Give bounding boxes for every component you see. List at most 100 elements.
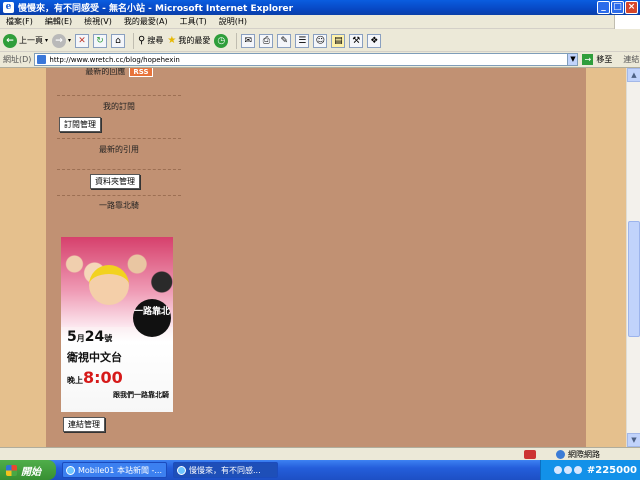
start-label: 開始	[21, 466, 41, 478]
search-button[interactable]: ⚲ 搜尋	[138, 35, 163, 46]
home-button[interactable]: ⌂	[111, 33, 126, 48]
refresh-button[interactable]: ↻	[93, 33, 108, 48]
back-button[interactable]: ← 上一頁 ▾	[3, 33, 48, 48]
task-label: Mobile01 本站新聞 -...	[78, 465, 163, 475]
link-manage-button[interactable]: 連結管理	[63, 417, 105, 432]
scroll-up-button[interactable]: ▲	[627, 68, 640, 82]
discuss-icon: ☰	[295, 33, 310, 48]
search-label: 搜尋	[147, 36, 164, 45]
history-icon: ◷	[214, 33, 229, 48]
mail-icon: ✉	[241, 33, 256, 48]
address-input[interactable]: http://www.wretch.cc/blog/hopehexin	[34, 53, 569, 66]
taskbar-item-blog[interactable]: 慢慢來，有不同感...	[173, 462, 278, 478]
discuss-button[interactable]: ☰	[295, 33, 310, 48]
forward-arrow-icon: →	[52, 33, 67, 48]
edit-icon: ✎	[277, 33, 292, 48]
rss-badge[interactable]: RSS	[129, 68, 153, 77]
menu-tools[interactable]: 工具(T)	[174, 16, 213, 27]
messenger-icon: ☺	[313, 33, 328, 48]
window-title: 慢慢來，有不同感受 - 無名小站 - Microsoft Internet Ex…	[18, 4, 294, 14]
ie-icon	[66, 465, 75, 475]
security-zone: 網際網路	[556, 449, 640, 460]
page-icon	[37, 55, 47, 64]
print-button[interactable]: ⎙	[259, 33, 274, 48]
favorites-label: 我的最愛	[178, 36, 211, 45]
poster-month: 5	[67, 329, 77, 345]
latest-trackbacks-title: 最新的引用	[99, 145, 139, 154]
poster-rider-face	[89, 265, 129, 305]
research-button[interactable]: ❖	[367, 33, 382, 48]
history-button[interactable]: ◷	[214, 33, 229, 48]
scroll-down-button[interactable]: ▼	[627, 433, 640, 447]
section-divider	[57, 195, 181, 196]
stop-button[interactable]: ✕	[75, 33, 90, 48]
tools-button[interactable]: ⚒	[349, 33, 364, 48]
tv-promo-poster[interactable]: 一路靠北 5月24號 衛視中文台 晚上8:00 跟我們一路靠北騎	[61, 237, 173, 412]
blog-sidebar: 最新的回應 RSS 我的訂閱 訂閱管理 最新的引用 資料夾管理 一路靠北騎	[57, 68, 181, 213]
address-url: http://www.wretch.cc/blog/hopehexin	[49, 55, 180, 64]
notes-button[interactable]: ▤	[331, 33, 346, 48]
globe-icon	[556, 449, 565, 459]
print-icon: ⎙	[259, 33, 274, 48]
ie-icon: e	[3, 2, 14, 13]
blog-panel: 最新的回應 RSS 我的訂閱 訂閱管理 最新的引用 資料夾管理 一路靠北騎 一路靠…	[46, 68, 586, 447]
minimize-button[interactable]: _	[597, 1, 610, 14]
address-dropdown-button[interactable]: ▼	[567, 53, 579, 66]
chevron-down-icon: ▾	[68, 37, 72, 44]
popup-blocked-icon	[524, 449, 536, 459]
home-icon: ⌂	[111, 33, 126, 48]
maximize-button[interactable]: □	[611, 1, 624, 14]
forward-button[interactable]: → ▾	[52, 33, 72, 48]
ride-north-title: 一路靠北騎	[99, 201, 139, 210]
tray-volume-icon[interactable]	[563, 466, 572, 474]
go-arrow-icon: →	[582, 54, 594, 65]
menu-view[interactable]: 檢視(V)	[78, 16, 118, 27]
poster-date: 5月24號	[67, 329, 112, 345]
address-label: 網址(D)	[3, 55, 32, 64]
tray-clock: #225000	[586, 464, 637, 476]
start-button[interactable]: 開始	[0, 460, 56, 480]
wrench-icon: ⚒	[349, 33, 364, 48]
tray-messenger-icon[interactable]	[573, 466, 582, 474]
links-button[interactable]: 連結	[623, 54, 639, 65]
back-label: 上一頁	[19, 36, 43, 45]
toolbar-separator	[133, 32, 135, 49]
status-bar: 網際網路	[0, 447, 640, 460]
system-tray: #225000	[540, 460, 640, 480]
go-label: 移至	[596, 55, 613, 64]
menu-favorites[interactable]: 我的最愛(A)	[118, 16, 174, 27]
latest-replies-title: 最新的回應	[85, 68, 126, 76]
subscription-manage-button[interactable]: 訂閱管理	[59, 117, 101, 132]
messenger-button[interactable]: ☺	[313, 33, 328, 48]
menu-bar: 檔案(F) 編輯(E) 檢視(V) 我的最愛(A) 工具(T) 說明(H)	[0, 15, 640, 29]
menu-help[interactable]: 說明(H)	[213, 16, 253, 27]
scroll-thumb[interactable]	[628, 221, 640, 337]
menu-edit[interactable]: 編輯(E)	[39, 16, 78, 27]
taskbar-item-mobile01[interactable]: Mobile01 本站新聞 -...	[62, 462, 167, 478]
tray-network-icon[interactable]	[553, 466, 562, 474]
my-subscriptions-title: 我的訂閱	[103, 102, 135, 111]
search-icon: ⚲	[138, 35, 146, 46]
research-icon: ❖	[367, 33, 382, 48]
ie-icon	[177, 465, 186, 475]
section-divider	[57, 138, 181, 139]
poster-channel: 衛視中文台	[67, 351, 122, 364]
toolbar-separator	[236, 32, 238, 49]
edit-button[interactable]: ✎	[277, 33, 292, 48]
poster-day: 24	[84, 329, 105, 345]
taskbar: 開始 Mobile01 本站新聞 -... 慢慢來，有不同感... #22500…	[0, 460, 640, 480]
section-divider	[57, 95, 181, 96]
favorites-button[interactable]: ★ 我的最愛	[167, 35, 210, 46]
close-button[interactable]: ×	[625, 1, 638, 14]
poster-time-prefix: 晚上	[67, 376, 83, 385]
page-content: 最新的回應 RSS 我的訂閱 訂閱管理 最新的引用 資料夾管理 一路靠北騎 一路靠…	[0, 68, 626, 447]
menu-file[interactable]: 檔案(F)	[0, 16, 39, 27]
section-divider	[57, 169, 181, 170]
back-arrow-icon: ←	[3, 33, 17, 48]
vertical-scrollbar[interactable]: ▲ ▼	[626, 68, 640, 447]
windows-logo-icon	[614, 15, 640, 29]
address-bar: 網址(D) http://www.wretch.cc/blog/hopehexi…	[0, 52, 640, 68]
folder-manage-button[interactable]: 資料夾管理	[90, 174, 140, 189]
mail-button[interactable]: ✉	[241, 33, 256, 48]
go-button[interactable]: → 移至	[582, 54, 612, 65]
